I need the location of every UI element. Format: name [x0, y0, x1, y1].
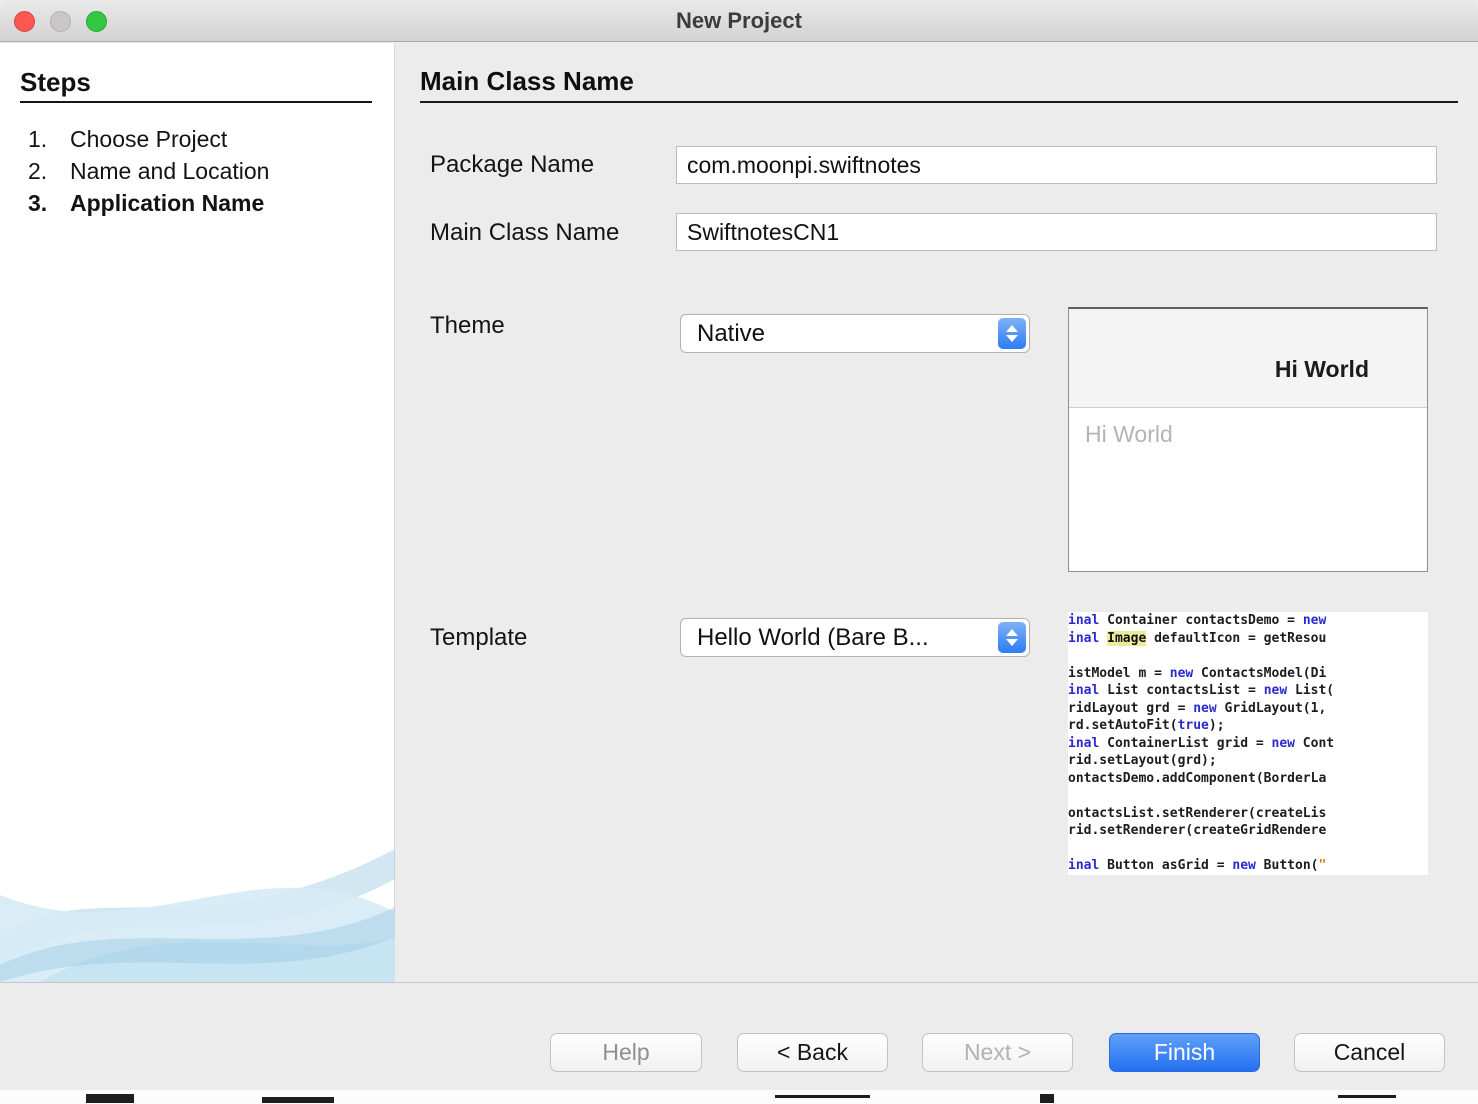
steps-list: 1. Choose Project 2. Name and Location 3… [28, 123, 269, 219]
theme-label: Theme [430, 312, 505, 340]
template-dropdown-value: Hello World (Bare B... [697, 619, 929, 656]
theme-dropdown-value: Native [697, 315, 765, 352]
theme-preview-titlebar: Hi World [1069, 309, 1427, 408]
window-title: New Project [0, 0, 1478, 42]
code-line: rid.setLayout(grd); [1068, 752, 1428, 770]
close-window-icon[interactable] [14, 11, 35, 32]
chevron-down-icon [1006, 335, 1018, 342]
new-project-dialog: New Project Steps 1. Choose Project 2. N… [0, 0, 1478, 1104]
back-button[interactable]: < Back [737, 1033, 888, 1072]
code-line: ridLayout grd = new GridLayout(1, [1068, 700, 1428, 718]
code-line: istModel m = new ContactsModel(Di [1068, 665, 1428, 683]
code-line: inal Image defaultIcon = getResou [1068, 630, 1428, 648]
dropdown-stepper-icon [998, 318, 1026, 349]
step-label: Name and Location [70, 155, 269, 187]
code-line: inal Container contactsDemo = new [1068, 612, 1428, 630]
code-line: ontactsList.setRenderer(createLis [1068, 805, 1428, 823]
decorative-swoosh [0, 787, 395, 982]
panel-heading: Main Class Name [420, 66, 634, 97]
theme-preview-title: Hi World [1275, 356, 1369, 383]
step-name-and-location[interactable]: 2. Name and Location [28, 155, 269, 187]
help-button[interactable]: Help [550, 1033, 702, 1072]
theme-dropdown[interactable]: Native [680, 314, 1030, 353]
zoom-window-icon[interactable] [86, 11, 107, 32]
theme-preview-body: Hi World [1069, 408, 1427, 448]
template-label: Template [430, 624, 527, 652]
titlebar[interactable]: New Project [0, 0, 1478, 42]
code-line: inal ContainerList grid = new Cont [1068, 735, 1428, 753]
code-preview-lines: inal Container contactsDemo = newinal Im… [1068, 612, 1428, 875]
code-line [1068, 647, 1428, 665]
template-code-preview: inal Container contactsDemo = newinal Im… [1068, 612, 1428, 875]
code-line: inal Button asGrid = new Button(" [1068, 857, 1428, 875]
step-number: 2. [28, 155, 70, 187]
next-button[interactable]: Next > [922, 1033, 1073, 1072]
code-line [1068, 787, 1428, 805]
step-label: Choose Project [70, 123, 227, 155]
main-class-name-input[interactable] [676, 213, 1437, 251]
panel-heading-rule [420, 101, 1458, 103]
step-number: 3. [28, 187, 70, 219]
steps-heading-rule [20, 101, 372, 103]
code-line: rid.setRenderer(createGridRendere [1068, 822, 1428, 840]
code-line: inal List contactsList = new List( [1068, 682, 1428, 700]
theme-preview-body-text: Hi World [1085, 421, 1173, 448]
steps-sidebar: Steps 1. Choose Project 2. Name and Loca… [0, 43, 395, 982]
step-application-name[interactable]: 3. Application Name [28, 187, 269, 219]
cancel-button[interactable]: Cancel [1294, 1033, 1445, 1072]
code-line: rid.addActionListener( [1068, 875, 1428, 876]
step-label: Application Name [70, 187, 264, 219]
package-name-input[interactable] [676, 146, 1437, 184]
background-artifact [0, 1090, 1478, 1104]
main-class-name-label: Main Class Name [430, 219, 619, 247]
chevron-up-icon [1006, 325, 1018, 332]
code-line: rd.setAutoFit(true); [1068, 717, 1428, 735]
dialog-footer: Help < Back Next > Finish Cancel [0, 982, 1478, 1090]
package-name-label: Package Name [430, 151, 594, 179]
chevron-down-icon [1006, 639, 1018, 646]
step-choose-project[interactable]: 1. Choose Project [28, 123, 269, 155]
step-number: 1. [28, 123, 70, 155]
code-line [1068, 840, 1428, 858]
steps-heading: Steps [20, 67, 91, 98]
chevron-up-icon [1006, 629, 1018, 636]
theme-preview: Hi World Hi World [1068, 307, 1428, 572]
code-line: ontactsDemo.addComponent(BorderLa [1068, 770, 1428, 788]
finish-button[interactable]: Finish [1109, 1033, 1260, 1072]
window-controls [14, 0, 107, 42]
dropdown-stepper-icon [998, 622, 1026, 653]
minimize-window-icon[interactable] [50, 11, 71, 32]
template-dropdown[interactable]: Hello World (Bare B... [680, 618, 1030, 657]
